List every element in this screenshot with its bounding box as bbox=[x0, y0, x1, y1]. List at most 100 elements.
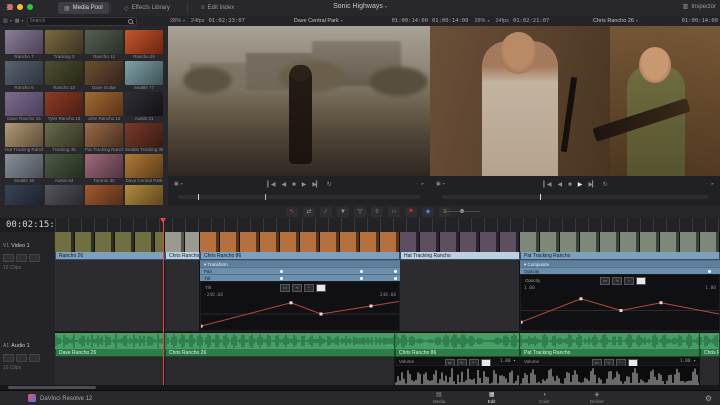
media-clip-thumbnail[interactable] bbox=[85, 92, 123, 116]
audio-clip[interactable]: Pat Tracking Rancho Volume ▭ ∿ −1.00 ▾ bbox=[520, 333, 700, 386]
remove-keyframe-button[interactable]: − bbox=[624, 277, 635, 285]
media-clip-thumbnail[interactable] bbox=[85, 154, 123, 178]
audio-clip[interactable]: Dave Rancho 26 bbox=[55, 333, 165, 386]
keyframe-dot[interactable] bbox=[280, 270, 283, 273]
tab-edit-index[interactable]: ≡ Edit Index bbox=[195, 2, 240, 14]
video-track-enable-toggle[interactable] bbox=[29, 254, 40, 262]
thumbnail-view-icon[interactable]: ▦ ▾ bbox=[15, 18, 24, 24]
curve-mode-button[interactable]: ∿ bbox=[612, 277, 623, 285]
playhead[interactable] bbox=[160, 218, 166, 385]
timeline-camera-icon[interactable]: ▸ bbox=[711, 181, 714, 187]
media-clip-thumbnail[interactable] bbox=[85, 61, 123, 85]
search-icon[interactable] bbox=[127, 18, 133, 24]
page-tab-color[interactable]: ◑ Color bbox=[523, 392, 565, 405]
trim-edit-mode-tool[interactable]: ⇄ bbox=[303, 206, 315, 217]
keyframe-group-row[interactable]: ▾ Composite bbox=[520, 260, 720, 267]
curve-mode-button[interactable]: ∿ bbox=[292, 284, 303, 292]
play-button[interactable]: ▶ bbox=[302, 180, 307, 190]
tab-media-pool[interactable]: ▦ Media Pool bbox=[58, 2, 109, 14]
source-clip-name-dropdown[interactable]: Dave Central Park ▾ bbox=[294, 18, 343, 24]
source-viewer[interactable] bbox=[168, 26, 430, 176]
video-track-autoselect-toggle[interactable] bbox=[16, 254, 27, 262]
volume-value-dropdown[interactable]: 1.00 ▾ bbox=[500, 359, 516, 364]
volume-automation-panel[interactable]: Volume ▭ ∿ −1.00 ▾ bbox=[520, 357, 700, 386]
timeline-viewer[interactable] bbox=[430, 26, 720, 176]
step-forward-button[interactable]: ▶▎ bbox=[588, 180, 596, 190]
media-clip-thumbnail[interactable] bbox=[85, 123, 123, 147]
minimize-window-button[interactable] bbox=[17, 4, 23, 10]
step-back-button[interactable]: ◀ bbox=[282, 180, 287, 190]
keyframe-dot[interactable] bbox=[360, 277, 363, 280]
go-to-first-frame-button[interactable]: ▎◀ bbox=[267, 180, 275, 190]
volume-value-dropdown[interactable]: 1.00 ▾ bbox=[680, 359, 696, 364]
keyframe-dot[interactable] bbox=[394, 277, 397, 280]
volume-automation-panel[interactable]: Volume ▭ ∿ −1.00 ▾ bbox=[395, 357, 520, 386]
video-track-header[interactable]: V1 Video 1 16 Clips bbox=[0, 234, 58, 271]
timeline-clip-name-dropdown[interactable]: Chris Rancho 26 ▾ bbox=[593, 18, 638, 24]
timeline-match-frame-icon[interactable]: ◦ bbox=[706, 181, 708, 187]
flag-button[interactable]: ⚑ bbox=[405, 206, 417, 217]
keyframe-param-row[interactable]: Opacity bbox=[520, 267, 720, 274]
page-tab-edit[interactable]: ▦ Edit bbox=[471, 392, 513, 405]
video-clip[interactable]: Chris Rancho 26 bbox=[165, 232, 200, 331]
source-camera-icon[interactable]: ▸ bbox=[421, 181, 424, 187]
keyframe-dot[interactable] bbox=[394, 270, 397, 273]
media-clip-thumbnail[interactable] bbox=[125, 92, 163, 116]
keyframe-group-row[interactable]: ▾ Transform bbox=[200, 260, 400, 267]
stop-button[interactable]: ■ bbox=[292, 180, 296, 190]
curve-editor-panel[interactable]: Tilt ▭ ∿ − -248.68 248.68 bbox=[200, 281, 400, 331]
media-clip-thumbnail[interactable] bbox=[125, 154, 163, 178]
audio-track-header[interactable]: A1 Audio 1 16 Clips bbox=[0, 334, 58, 371]
keyframe-param-row[interactable]: Tilt bbox=[200, 274, 400, 281]
selection-mode-tool[interactable]: ↖ bbox=[286, 206, 298, 217]
media-clip-thumbnail[interactable] bbox=[45, 92, 83, 116]
inspector-button[interactable]: ▥ Inspector bbox=[683, 3, 716, 11]
timeline-jog-bar[interactable] bbox=[441, 194, 709, 200]
keyframe-dot[interactable] bbox=[360, 270, 363, 273]
keyframe-param-row[interactable]: Pan bbox=[200, 267, 400, 274]
video-clip[interactable]: Rancho 26 bbox=[55, 232, 165, 331]
overwrite-clip-button[interactable]: ▽ bbox=[354, 206, 366, 217]
audio-track-mute-toggle[interactable] bbox=[29, 354, 40, 362]
step-forward-button[interactable]: ▶▎ bbox=[312, 180, 320, 190]
media-clip-thumbnail[interactable] bbox=[45, 61, 83, 85]
timeline-zoom-dropdown[interactable]: 28% ▾ bbox=[474, 18, 489, 24]
media-clip-thumbnail[interactable] bbox=[5, 154, 43, 178]
hamburger-menu-icon[interactable]: ☰ bbox=[6, 3, 13, 13]
media-clip-thumbnail[interactable] bbox=[45, 123, 83, 147]
source-jog-bar[interactable] bbox=[178, 194, 420, 200]
media-clip-thumbnail[interactable] bbox=[85, 30, 123, 54]
media-clip-thumbnail[interactable] bbox=[45, 30, 83, 54]
source-match-frame-icon[interactable]: ◦ bbox=[416, 181, 418, 187]
scrollbar-thumb[interactable] bbox=[8, 386, 96, 389]
timeline-zoom-slider[interactable] bbox=[446, 209, 480, 213]
audio-track-solo-toggle[interactable] bbox=[16, 354, 27, 362]
media-clip-thumbnail[interactable] bbox=[125, 123, 163, 147]
marker-button[interactable]: ◆ bbox=[422, 206, 434, 217]
stop-button[interactable]: ■ bbox=[568, 180, 572, 190]
zoom-window-button[interactable] bbox=[27, 4, 33, 10]
tab-effects-library[interactable]: ◇ Effects Library bbox=[118, 2, 176, 14]
audio-clip[interactable]: Chris Rancho 26 bbox=[165, 333, 395, 386]
video-clip[interactable]: Pat Tracking Rancho ▾ Composite Opacity Opa… bbox=[520, 232, 720, 331]
snapping-toggle[interactable]: ∩ bbox=[388, 206, 400, 217]
page-tab-media[interactable]: ▤ Media bbox=[418, 392, 460, 405]
media-clip-thumbnail[interactable] bbox=[5, 30, 43, 54]
media-clip-thumbnail[interactable] bbox=[5, 92, 43, 116]
media-clip-thumbnail[interactable] bbox=[125, 61, 163, 85]
audio-clip[interactable]: Chris Rancho 26 bbox=[700, 333, 720, 386]
media-clip-thumbnail[interactable] bbox=[5, 61, 43, 85]
go-to-first-frame-button[interactable]: ▎◀ bbox=[543, 180, 551, 190]
loop-button[interactable]: ↻ bbox=[327, 180, 332, 190]
settings-gear-icon[interactable]: ⚙ bbox=[705, 394, 712, 403]
play-button[interactable]: ▶ bbox=[578, 180, 583, 190]
bin-list-icon[interactable]: ▥ ▾ bbox=[3, 18, 12, 24]
keyframe-mode-button[interactable]: ▭ bbox=[280, 284, 291, 292]
video-track-lock-toggle[interactable] bbox=[3, 254, 14, 262]
razor-tool[interactable]: ∕ bbox=[320, 206, 332, 217]
step-back-button[interactable]: ◀ bbox=[558, 180, 563, 190]
keyframe-dot[interactable] bbox=[280, 277, 283, 280]
insert-clip-button[interactable]: ▼ bbox=[337, 206, 349, 217]
add-keyframe-button[interactable] bbox=[636, 277, 647, 285]
media-clip-thumbnail[interactable] bbox=[125, 30, 163, 54]
